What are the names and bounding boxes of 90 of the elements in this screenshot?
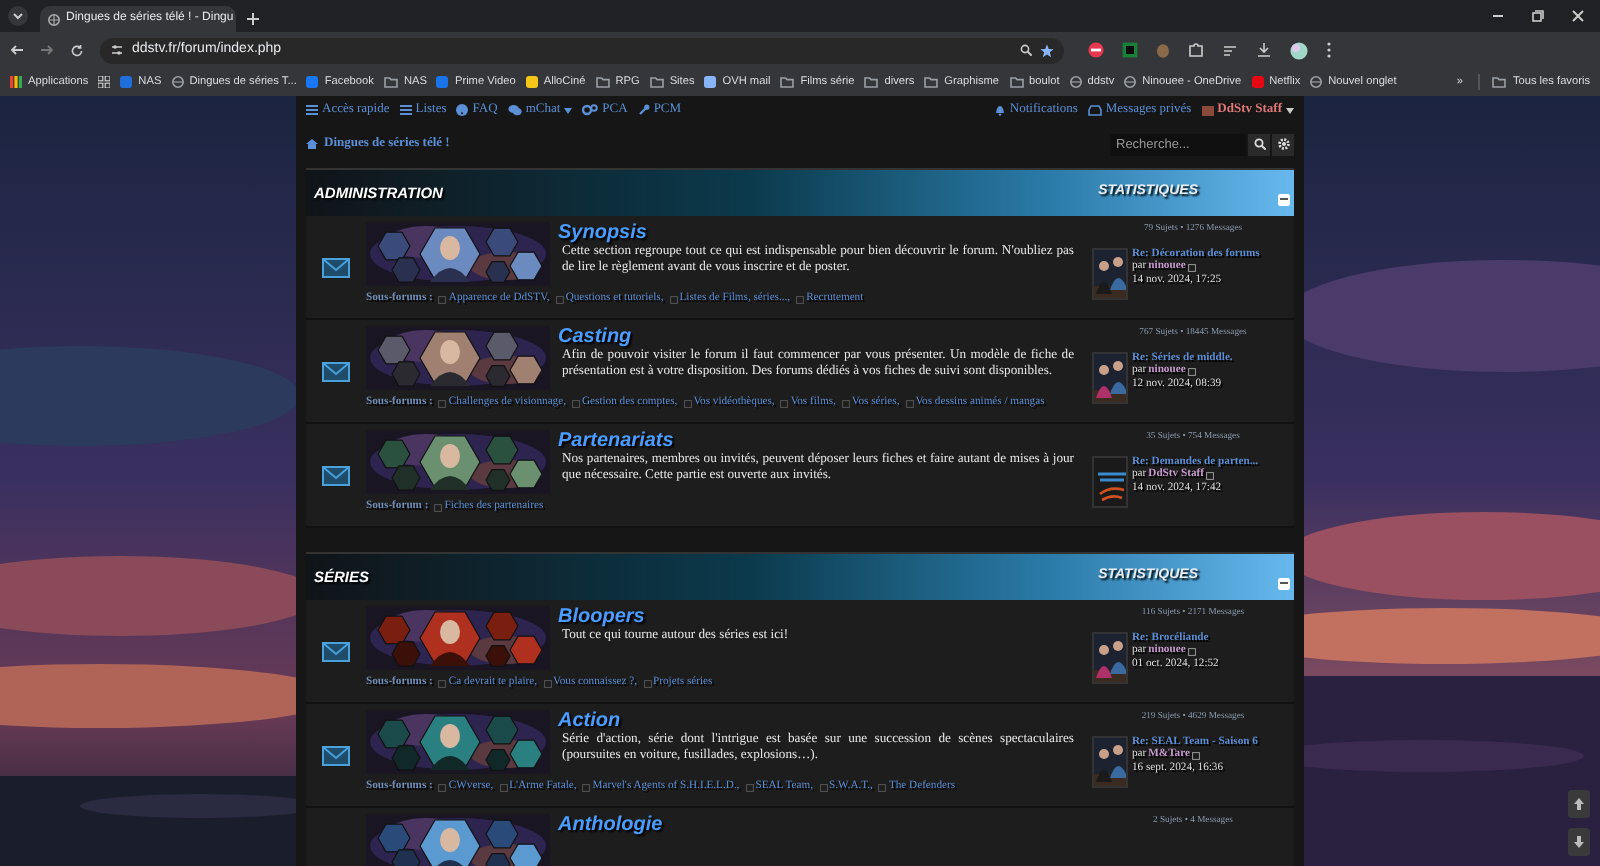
gears-icon [582,104,599,116]
globe-icon [1069,75,1082,88]
bell-icon [993,104,1006,116]
envelope-icon [322,258,350,278]
collapse-button[interactable] [1278,193,1290,205]
settings-icon [1277,138,1289,150]
folder-icon [1492,75,1507,88]
forum-title-link[interactable]: Synopsis [558,222,1086,244]
forum-icon [543,679,552,687]
apps-grid-icon [10,75,22,88]
menu-icon [306,104,318,116]
forum-icon [572,399,580,407]
forum-icon [438,399,447,407]
folder-icon [780,75,795,88]
forum-icon [796,295,805,303]
chevron-down-icon [12,12,24,20]
forum-icon [438,295,447,303]
reload-icon [70,43,84,57]
globe-icon [171,75,184,88]
forum-icon [780,399,789,407]
puzzle-icon [1188,42,1204,58]
view-post-icon [1191,751,1200,760]
arrow-down-icon [1572,834,1586,850]
home-icon [306,138,318,150]
folder-icon [595,75,610,88]
advanced-search-button[interactable] [1272,133,1294,155]
menu-icon [399,104,412,116]
caret-icon [1286,107,1294,113]
envelope-icon [322,746,350,766]
globe-icon [1124,75,1137,88]
envelope-icon [322,642,350,662]
forum-icon [582,783,591,791]
view-post-icon [1187,647,1196,656]
wrench-icon [637,104,650,116]
forum-icon [841,399,850,407]
scroll-down-button[interactable] [1568,828,1590,856]
grid-icon [98,76,111,88]
back-icon [10,44,24,56]
profile-avatar-icon [1290,41,1308,59]
help-icon [456,104,469,116]
forum-icon [555,295,564,303]
folder-icon [924,75,939,88]
forum-icon [499,783,508,791]
chat-icon [507,104,522,116]
inbox-icon [1087,104,1102,116]
forum-icon [434,503,443,511]
media-icon [1222,43,1238,57]
envelope-icon [322,362,350,382]
more-icon [1326,42,1332,58]
folder-icon [649,75,664,88]
folder-icon [864,75,879,88]
view-post-icon [1205,471,1214,480]
site-info-icon [110,44,124,56]
search-button[interactable] [1248,133,1270,155]
forum-title-link[interactable]: Bloopers [558,606,1086,628]
view-post-icon [1187,263,1196,272]
forum-icon [643,679,652,687]
globe-icon [1310,75,1323,88]
restore-icon [1532,10,1544,22]
forum-icon [905,399,914,407]
view-post-icon [1187,367,1196,376]
envelope-icon [322,466,350,486]
forum-icon [669,295,678,303]
forum-icon [438,679,447,687]
collapse-button[interactable] [1278,577,1290,589]
forward-icon [40,44,54,56]
extension-icon [1122,42,1138,58]
folder-icon [383,75,398,88]
zoom-icon [1020,44,1032,56]
search-icon [1253,138,1265,150]
forum-title-link[interactable]: Partenariats [558,430,1086,452]
forum-title-link[interactable]: Anthologie [558,814,1086,836]
new-tab-icon [246,12,260,26]
folder-icon [1009,75,1024,88]
forum-title-link[interactable]: Action [558,710,1086,732]
scroll-up-button[interactable] [1568,790,1590,818]
close-icon [1572,10,1584,22]
forum-title-link[interactable]: Casting [558,326,1086,348]
minimize-icon [1492,10,1504,22]
forum-icon [745,783,754,791]
star-icon [1040,43,1054,57]
download-icon [1256,42,1272,58]
adblock-extension-icon [1088,42,1104,58]
arrow-up-icon [1572,796,1586,812]
globe-icon [48,13,60,25]
forum-icon [683,399,692,407]
forum-icon [819,783,828,791]
tab-list-button[interactable] [8,6,28,26]
forum-icon [878,783,887,791]
forum-icon [438,783,447,791]
